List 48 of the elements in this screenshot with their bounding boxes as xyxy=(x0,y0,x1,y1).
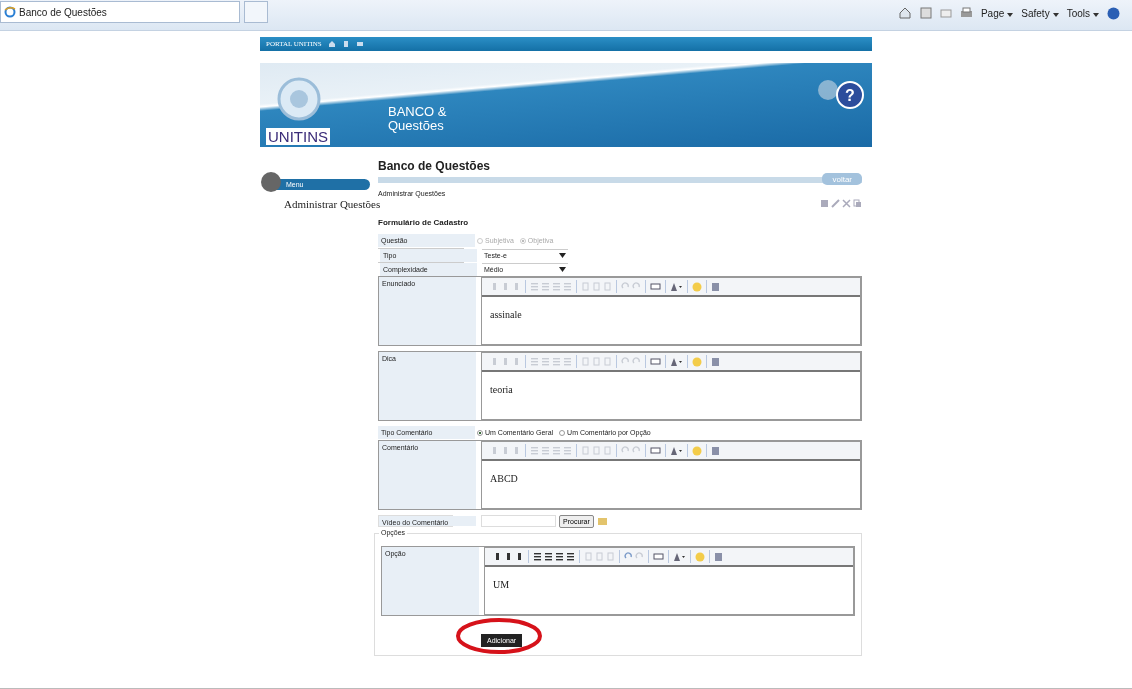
text-color-icon[interactable] xyxy=(670,356,683,367)
document-icon[interactable] xyxy=(714,551,723,562)
caret-icon xyxy=(1007,12,1014,17)
banner-title: BANCO & xyxy=(388,105,447,119)
help-icon[interactable] xyxy=(1107,6,1120,20)
link-icon[interactable] xyxy=(650,357,661,366)
link-icon[interactable] xyxy=(650,282,661,291)
align-icon[interactable] xyxy=(555,552,564,561)
browser-logo-icon xyxy=(4,6,16,18)
mail-icon[interactable] xyxy=(939,7,952,19)
radio-button[interactable] xyxy=(477,429,483,436)
radio-button[interactable] xyxy=(559,429,566,436)
dropdown-arrow-icon xyxy=(559,253,566,258)
save-icon[interactable] xyxy=(820,199,829,208)
home-icon[interactable] xyxy=(897,6,912,20)
text-color-icon[interactable] xyxy=(673,551,686,562)
form-title: Formulário de Cadastro xyxy=(378,218,470,227)
file-input[interactable] xyxy=(481,515,556,527)
delete-icon[interactable] xyxy=(842,199,851,208)
caret-icon xyxy=(1052,12,1059,17)
page-title: Banco de Questões xyxy=(378,159,492,173)
caret-icon xyxy=(1093,12,1099,17)
printer-icon[interactable] xyxy=(959,7,973,19)
copy-icon[interactable] xyxy=(853,199,862,208)
menu-item[interactable]: Administrar Questões xyxy=(284,197,381,211)
document-icon[interactable] xyxy=(711,281,720,292)
mail-icon[interactable] xyxy=(355,40,364,48)
document-icon[interactable] xyxy=(341,40,350,48)
browser-menu[interactable]: Safety xyxy=(1021,7,1059,19)
browser-tab[interactable]: Banco de Questões xyxy=(0,1,240,23)
align-icon[interactable] xyxy=(566,552,575,561)
dropdown-arrow-icon xyxy=(559,267,566,272)
pencil-icon[interactable] xyxy=(831,199,840,208)
home-icon[interactable] xyxy=(327,40,336,48)
logo-text: UNITINS xyxy=(266,128,330,145)
link-icon[interactable] xyxy=(650,446,661,455)
link-icon[interactable] xyxy=(653,552,664,561)
text-color-icon[interactable] xyxy=(670,281,683,292)
folder-icon[interactable] xyxy=(596,516,608,526)
document-icon[interactable] xyxy=(711,356,720,367)
new-tab-button[interactable] xyxy=(244,1,268,23)
align-icon[interactable] xyxy=(533,552,542,561)
banner-subtitle: Questões xyxy=(388,119,445,133)
text-color-icon[interactable] xyxy=(670,445,683,456)
align-icon[interactable] xyxy=(544,552,553,561)
browser-menu[interactable]: Tools xyxy=(1066,7,1099,19)
document-icon[interactable] xyxy=(711,445,720,456)
browser-menu[interactable]: Page xyxy=(980,7,1014,19)
